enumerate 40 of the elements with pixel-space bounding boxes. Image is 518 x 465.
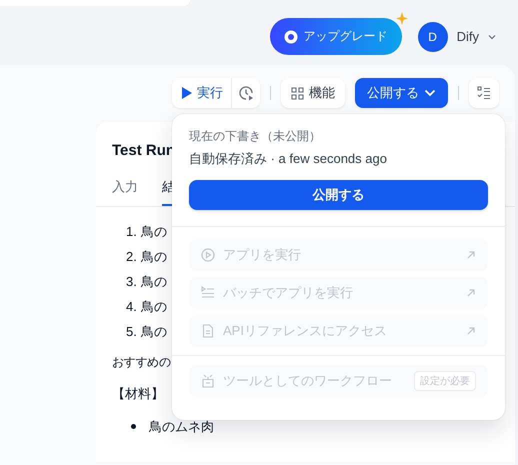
user-name[interactable]: Dify bbox=[456, 29, 479, 44]
list-icon bbox=[201, 286, 215, 300]
draft-label: 現在の下書き（未公開） bbox=[189, 128, 322, 145]
list-number: 4. bbox=[126, 298, 137, 316]
list-item-text: 鳥の bbox=[140, 323, 167, 341]
bullet-icon bbox=[131, 424, 136, 429]
list-item-text: 鳥の bbox=[140, 298, 167, 316]
list-item-text: 鳥の bbox=[140, 223, 167, 241]
chevron-down-icon[interactable] bbox=[488, 34, 496, 40]
autosave-status: 自動保存済み · a few seconds ago bbox=[189, 150, 388, 168]
history-button[interactable] bbox=[232, 78, 260, 108]
list-number: 5. bbox=[126, 323, 137, 341]
grid-icon bbox=[291, 86, 304, 100]
checklist-icon bbox=[477, 86, 491, 100]
play-circle-icon bbox=[201, 248, 215, 262]
robot-icon bbox=[201, 374, 215, 388]
publish-button[interactable]: 公開する bbox=[355, 78, 448, 108]
checklist-button[interactable] bbox=[469, 78, 499, 108]
upgrade-button[interactable]: アップグレード bbox=[270, 18, 402, 55]
user-avatar[interactable]: D bbox=[418, 22, 448, 52]
paragraph: おすすめの bbox=[112, 355, 171, 369]
list-item-text: 鳥の bbox=[140, 248, 167, 266]
status-badge: 設定が必要 bbox=[414, 371, 476, 391]
list-item-text: 鳥のムネ肉 bbox=[149, 418, 214, 436]
run-button[interactable]: 実行 bbox=[172, 78, 232, 108]
external-arrow-icon bbox=[466, 288, 476, 298]
list-number: 2. bbox=[126, 248, 137, 266]
document-icon bbox=[201, 324, 215, 338]
features-button[interactable]: 機能 bbox=[281, 78, 345, 108]
play-icon bbox=[182, 87, 192, 99]
list-item-text: 鳥の bbox=[140, 273, 167, 291]
external-arrow-icon bbox=[466, 326, 476, 336]
clock-icon bbox=[238, 85, 254, 101]
chevron-down-icon bbox=[424, 89, 436, 97]
publish-button[interactable]: 公開する bbox=[189, 180, 488, 210]
tab[interactable]: 入力 bbox=[112, 178, 138, 206]
list-number: 1. bbox=[126, 223, 137, 241]
section-heading: 【材料】 bbox=[112, 386, 164, 401]
list-number: 3. bbox=[126, 273, 137, 291]
external-arrow-icon bbox=[466, 250, 476, 260]
